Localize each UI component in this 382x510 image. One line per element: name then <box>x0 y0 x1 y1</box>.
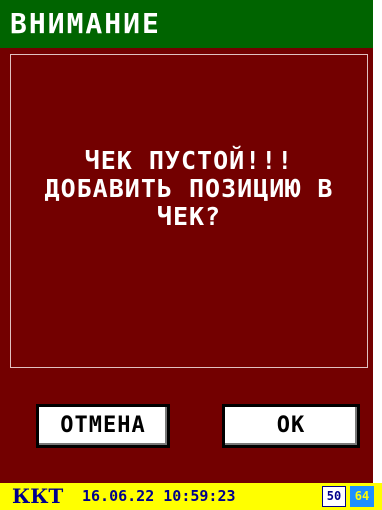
cancel-button[interactable]: ОТМЕНА <box>36 404 170 448</box>
dialog-message: ЧЕК ПУСТОЙ!!! ДОБАВИТЬ ПОЗИЦИЮ В ЧЕК? <box>11 147 367 231</box>
ok-button[interactable]: ОК <box>222 404 360 448</box>
dialog-title: ВНИМАНИЕ <box>0 0 373 48</box>
status-indicator-50: 50 <box>322 486 346 507</box>
message-line-3: ЧЕК? <box>156 202 222 231</box>
status-bar: ККТ 16.06.22 10:59:23 50 64 <box>0 483 382 510</box>
dialog-screen: ВНИМАНИЕ ЧЕК ПУСТОЙ!!! ДОБАВИТЬ ПОЗИЦИЮ … <box>0 0 373 510</box>
message-line-1: ЧЕК ПУСТОЙ!!! <box>84 146 294 175</box>
status-indicator-64: 64 <box>350 486 374 507</box>
message-line-2: ДОБАВИТЬ ПОЗИЦИЮ В <box>44 174 334 203</box>
message-panel: ЧЕК ПУСТОЙ!!! ДОБАВИТЬ ПОЗИЦИЮ В ЧЕК? <box>10 54 368 368</box>
device-label: ККТ <box>12 484 64 508</box>
datetime-display: 16.06.22 10:59:23 <box>82 487 236 505</box>
